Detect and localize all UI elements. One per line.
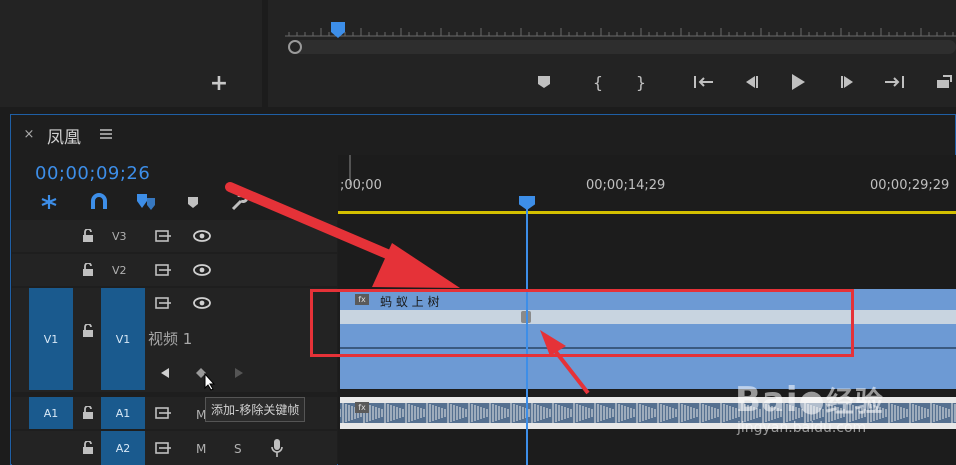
watermark-brand: Bai [735,380,799,420]
paw-icon: ● [798,384,826,419]
watermark-url: jingyan.baidu.com [737,420,867,436]
baidu-watermark: Bai●经验 jingyan.baidu.com [735,380,884,436]
watermark-suffix: 经验 [825,385,884,418]
